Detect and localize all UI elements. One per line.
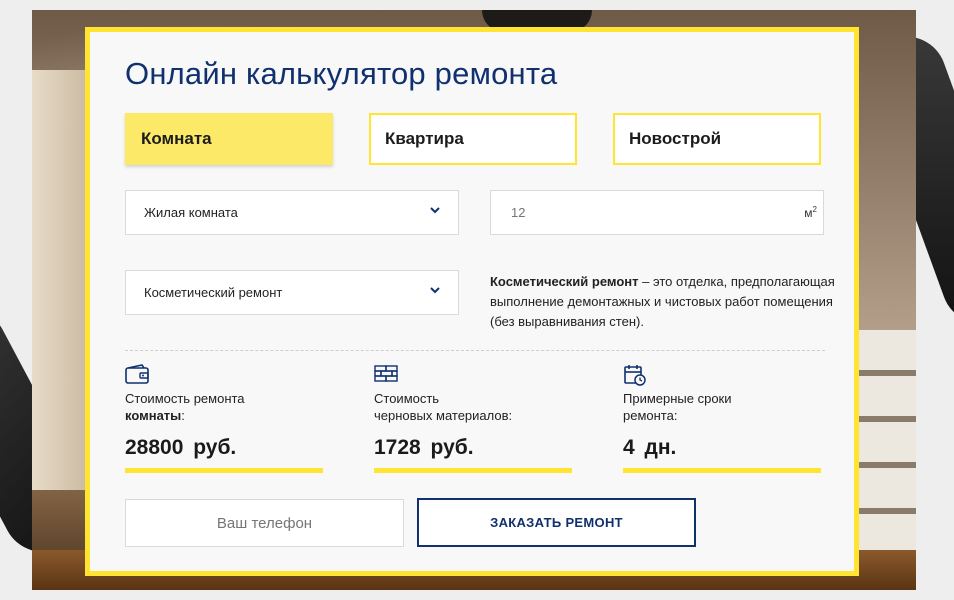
chevron-down-icon: [430, 287, 440, 294]
room-type-select[interactable]: Жилая комната: [125, 190, 459, 235]
area-unit: м2: [804, 205, 817, 220]
stat-repair-cost: Стоимость ремонта комнаты: 28800 руб.: [125, 364, 323, 473]
type-button-room[interactable]: Комната: [125, 113, 333, 165]
repair-type-select[interactable]: Косметический ремонт: [125, 270, 459, 315]
bricks-icon: [374, 365, 398, 382]
chevron-down-icon: [430, 207, 440, 214]
calendar-icon: [624, 365, 646, 386]
stat-materials-cost-value: 1728 руб.: [374, 436, 572, 473]
area-input[interactable]: [491, 191, 823, 234]
background-window: [32, 70, 92, 490]
type-button-newbuild[interactable]: Новострой: [613, 113, 821, 165]
section-divider: [125, 350, 825, 351]
order-repair-button[interactable]: ЗАКАЗАТЬ РЕМОНТ: [417, 498, 696, 547]
phone-input[interactable]: [126, 500, 403, 546]
page-title: Онлайн калькулятор ремонта: [125, 56, 558, 91]
calculator-card: Онлайн калькулятор ремонта Комната Кварт…: [85, 27, 859, 576]
type-button-apartment[interactable]: Квартира: [369, 113, 577, 165]
room-type-value: Жилая комната: [144, 205, 238, 220]
stat-repair-cost-value: 28800 руб.: [125, 436, 323, 473]
stat-repair-cost-label: Стоимость ремонта комнаты:: [125, 391, 245, 423]
stat-duration-label: Примерные сроки ремонта:: [623, 391, 732, 423]
stat-duration-value: 4 дн.: [623, 436, 821, 473]
wallet-icon: [125, 364, 149, 384]
stat-materials-cost-label: Стоимость черновых материалов:: [374, 391, 513, 423]
phone-field[interactable]: [125, 499, 404, 547]
repair-type-value: Косметический ремонт: [144, 285, 283, 300]
repair-description-title: Косметический ремонт: [490, 274, 639, 289]
area-field[interactable]: м2: [490, 190, 824, 235]
stat-materials-cost: Стоимость черновых материалов: 1728 руб.: [374, 364, 572, 473]
stat-duration: Примерные сроки ремонта: 4 дн.: [623, 364, 821, 473]
repair-description: Косметический ремонт – это отделка, пред…: [490, 272, 835, 332]
